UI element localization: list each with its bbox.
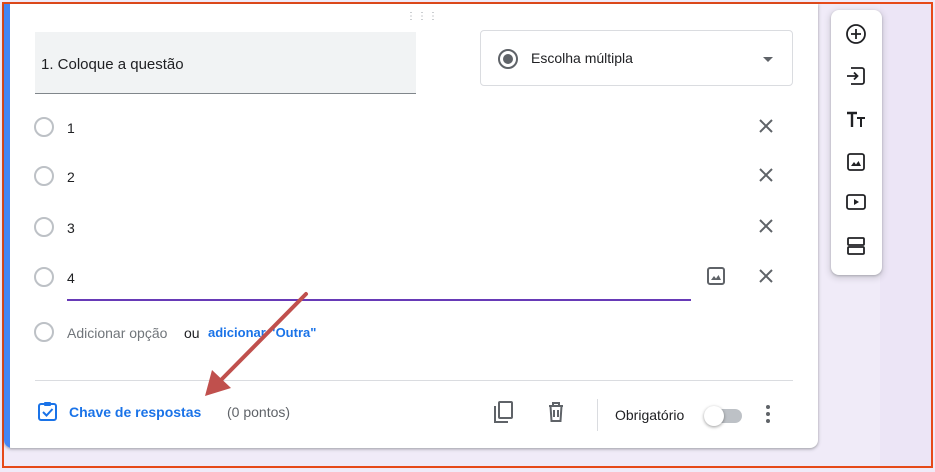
points-label: (0 pontos) bbox=[227, 404, 291, 420]
radio-unchecked-icon bbox=[34, 166, 54, 186]
add-video-icon[interactable] bbox=[844, 190, 868, 214]
drag-handle-icon[interactable]: ⋮⋮⋮ bbox=[406, 12, 439, 22]
add-title-icon[interactable] bbox=[844, 108, 868, 132]
option-row[interactable]: 1 bbox=[34, 114, 794, 142]
remove-option-close-icon[interactable] bbox=[754, 264, 778, 288]
add-section-icon[interactable] bbox=[844, 234, 868, 258]
question-title-field[interactable]: 1. Coloque a questão bbox=[35, 32, 416, 94]
remove-option-close-icon[interactable] bbox=[754, 114, 778, 138]
option-label[interactable]: 1 bbox=[67, 120, 75, 136]
footer-divider bbox=[35, 380, 793, 381]
card-accent-bar bbox=[4, 4, 10, 448]
required-label: Obrigatório bbox=[615, 407, 685, 423]
radio-unchecked-icon bbox=[34, 117, 54, 137]
option-label[interactable]: 2 bbox=[67, 169, 75, 185]
question-title-text: 1. Coloque a questão bbox=[41, 56, 184, 73]
add-question-icon[interactable] bbox=[844, 22, 868, 46]
toggle-thumb bbox=[704, 406, 724, 426]
add-image-icon[interactable] bbox=[706, 266, 726, 286]
question-type-label: Escolha múltipla bbox=[531, 50, 633, 66]
dropdown-arrow-icon bbox=[763, 57, 773, 62]
answer-key-button[interactable]: Chave de respostas (0 pontos) bbox=[37, 400, 297, 424]
radio-button-checked-icon bbox=[498, 49, 518, 69]
question-card[interactable]: ⋮⋮⋮ 1. Coloque a questão Escolha múltipl… bbox=[4, 4, 818, 448]
answer-key-label: Chave de respostas bbox=[69, 404, 202, 420]
page-background bbox=[880, 4, 931, 466]
remove-option-close-icon[interactable] bbox=[754, 163, 778, 187]
option-row[interactable]: 3 bbox=[34, 214, 794, 242]
add-option-or-text: ou bbox=[184, 325, 200, 341]
required-toggle[interactable] bbox=[704, 406, 742, 426]
active-option-underline bbox=[67, 299, 691, 301]
remove-option-close-icon[interactable] bbox=[754, 214, 778, 238]
answer-key-checkbox-icon bbox=[38, 402, 57, 421]
delete-icon[interactable] bbox=[544, 400, 568, 424]
add-option-link[interactable]: Adicionar opção bbox=[67, 325, 167, 341]
option-label[interactable]: 4 bbox=[67, 270, 75, 286]
radio-unchecked-icon bbox=[34, 217, 54, 237]
radio-unchecked-icon bbox=[34, 322, 54, 342]
option-row-active[interactable]: 4 bbox=[34, 264, 794, 292]
add-other-link[interactable]: adicionar "Outra" bbox=[208, 325, 316, 340]
option-label[interactable]: 3 bbox=[67, 220, 75, 236]
duplicate-icon[interactable] bbox=[491, 400, 515, 424]
option-row[interactable]: 2 bbox=[34, 163, 794, 191]
question-type-dropdown[interactable]: Escolha múltipla bbox=[480, 30, 793, 86]
import-questions-icon[interactable] bbox=[844, 64, 868, 88]
footer-vertical-divider bbox=[597, 399, 598, 431]
add-image-icon[interactable] bbox=[844, 150, 868, 174]
radio-unchecked-icon bbox=[34, 267, 54, 287]
more-options-icon[interactable] bbox=[756, 402, 780, 426]
floating-toolbar bbox=[831, 10, 882, 275]
add-option-row[interactable]: Adicionar opção ou adicionar "Outra" bbox=[34, 320, 434, 344]
